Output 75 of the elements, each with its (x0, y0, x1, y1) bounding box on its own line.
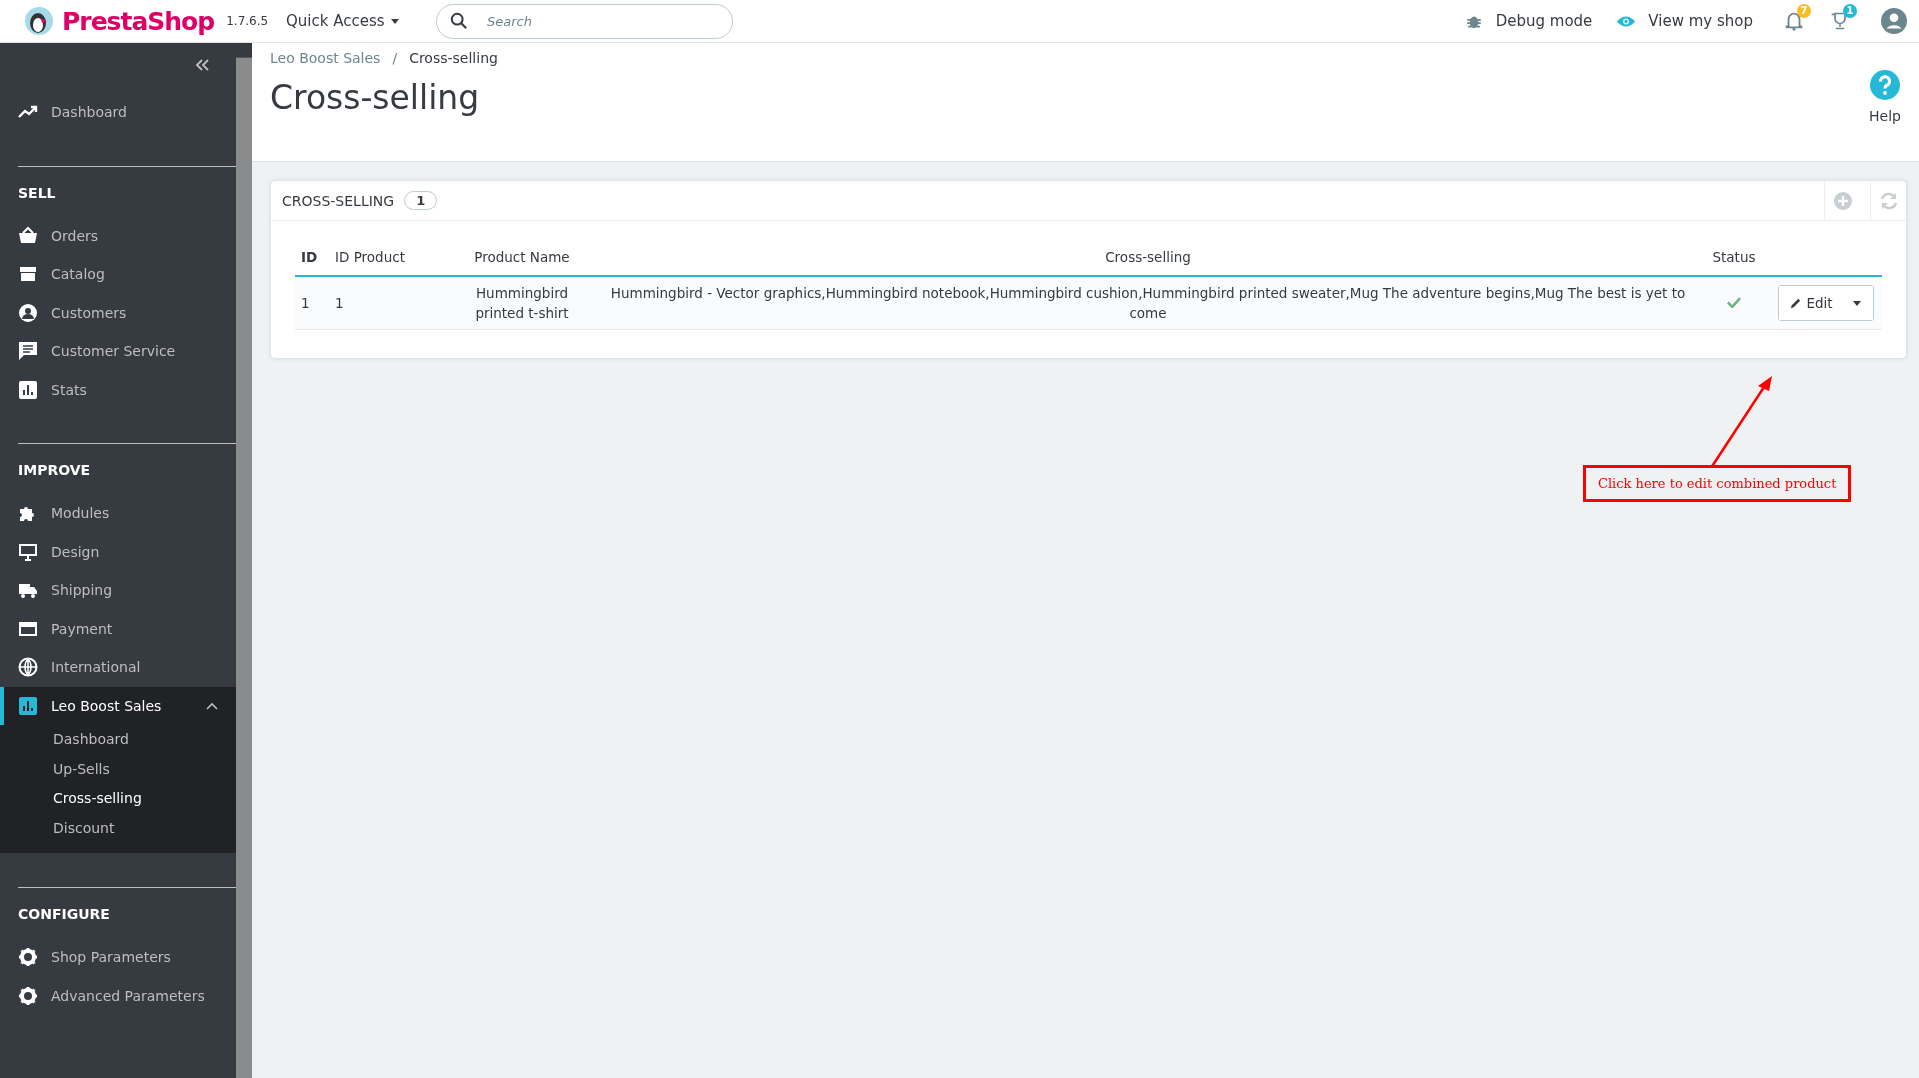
breadcrumb-separator: / (392, 50, 398, 66)
sidebar-item-label: Payment (51, 620, 113, 637)
notification-count-badge: 7 (1797, 4, 1811, 18)
sidebar-item[interactable]: Customers (0, 293, 236, 332)
sidebar-section-title: IMPROVE (17, 461, 92, 480)
basket-icon (18, 225, 38, 246)
sidebar-item-label: Dashboard (51, 104, 127, 121)
table-cell: 1 (329, 276, 446, 330)
sidebar-item[interactable]: Dashboard (0, 93, 236, 132)
globe-icon (18, 657, 38, 678)
sidebar-item-label: Leo Boost Sales (51, 697, 162, 714)
scrollbar[interactable] (236, 43, 252, 1078)
sidebar-subitem[interactable]: Cross-selling (0, 784, 236, 814)
annotation-note: Click here to edit combined product (1583, 465, 1852, 502)
dropdown-toggle[interactable] (1840, 286, 1873, 320)
chat-icon (18, 341, 38, 362)
sidebar-item-label: Shop Parameters (51, 949, 171, 966)
sidebar-item[interactable]: Catalog (0, 255, 236, 294)
sidebar-item[interactable]: Payment (0, 609, 236, 648)
sidebar-item-label: Modules (51, 505, 110, 522)
sidebar-item[interactable]: Modules (0, 494, 236, 533)
user-avatar-icon[interactable] (1881, 8, 1907, 34)
help-button[interactable]: Help (1869, 50, 1901, 143)
question-mark-icon (1870, 70, 1901, 100)
quick-access-dropdown[interactable]: Quick Access (286, 12, 436, 30)
check-icon[interactable] (1727, 297, 1741, 308)
sidebar-subitem[interactable]: Up-Sells (0, 754, 236, 784)
sidebar-item[interactable]: Design (0, 532, 236, 571)
bar-chart-icon (18, 695, 38, 716)
penguin-logo-icon (24, 6, 54, 36)
sidebar-item-label: Design (51, 543, 100, 560)
chevron-icon[interactable] (206, 701, 218, 710)
search-icon (450, 11, 468, 30)
sidebar-item-label: Customer Service (51, 343, 176, 360)
version-label: 1.7.6.5 (226, 14, 269, 28)
gear-icon (18, 947, 38, 968)
sidebar-item-label: Shipping (51, 582, 113, 599)
gear-icon (18, 985, 38, 1006)
sidebar-item-label: Stats (51, 381, 87, 398)
sidebar-item-label: Catalog (51, 266, 105, 283)
sidebar-item-label: Advanced Parameters (51, 987, 205, 1004)
pencil-icon (1789, 296, 1803, 310)
sidebar-item[interactable]: Customer Service (0, 332, 236, 371)
debug-mode-link[interactable]: Debug mode (1463, 12, 1593, 30)
monitor-icon (18, 541, 38, 562)
trophy-count-badge: 1 (1843, 4, 1857, 18)
sidebar-subitem[interactable]: Discount (0, 813, 236, 843)
sidebar-item[interactable]: Shipping (0, 571, 236, 610)
sidebar-item[interactable]: Stats (0, 370, 236, 409)
plus-circle-icon (1832, 190, 1853, 211)
person-icon (18, 302, 38, 323)
sidebar-item[interactable]: Orders (0, 216, 236, 255)
table-cell: Hummingbird printed t-shirt (446, 276, 598, 330)
table-cell: Hummingbird - Vector graphics,Hummingbird notebook,Hummingbird cushion,Hummingbird printed sweater,Mug The adventure begins,Mug The best is yet to come (598, 276, 1698, 330)
sidebar-subitem[interactable]: Dashboard (0, 725, 236, 755)
breadcrumb-link[interactable]: Leo Boost Sales (270, 50, 381, 66)
table-cell: 1 (295, 276, 329, 330)
sidebar-item[interactable]: International (0, 648, 236, 687)
brand-name: PrestaShop (62, 6, 215, 36)
panel-title: CROSS-SELLING (282, 192, 395, 209)
breadcrumb-link[interactable]: Cross-selling (409, 50, 498, 66)
collapse-chevrons-icon[interactable] (194, 59, 210, 71)
edit-button[interactable]: Edit (1779, 286, 1841, 320)
sidebar-item-label: Orders (51, 227, 99, 244)
sidebar-section-title: SELL (17, 183, 57, 203)
page-title: Cross-selling (270, 78, 481, 117)
search-field[interactable]: Search (436, 3, 733, 39)
sidebar-item[interactable]: Shop Parameters (0, 938, 236, 977)
sidebar-item-label: Customers (51, 304, 127, 321)
sidebar-section-title: CONFIGURE (17, 905, 111, 924)
sidebar-item-label: International (51, 659, 141, 676)
sidebar-item[interactable]: Advanced Parameters (0, 976, 236, 1015)
refresh-icon (1878, 190, 1899, 211)
bar-chart-icon (18, 379, 38, 400)
view-my-shop-link[interactable]: View my shop (1616, 12, 1753, 30)
